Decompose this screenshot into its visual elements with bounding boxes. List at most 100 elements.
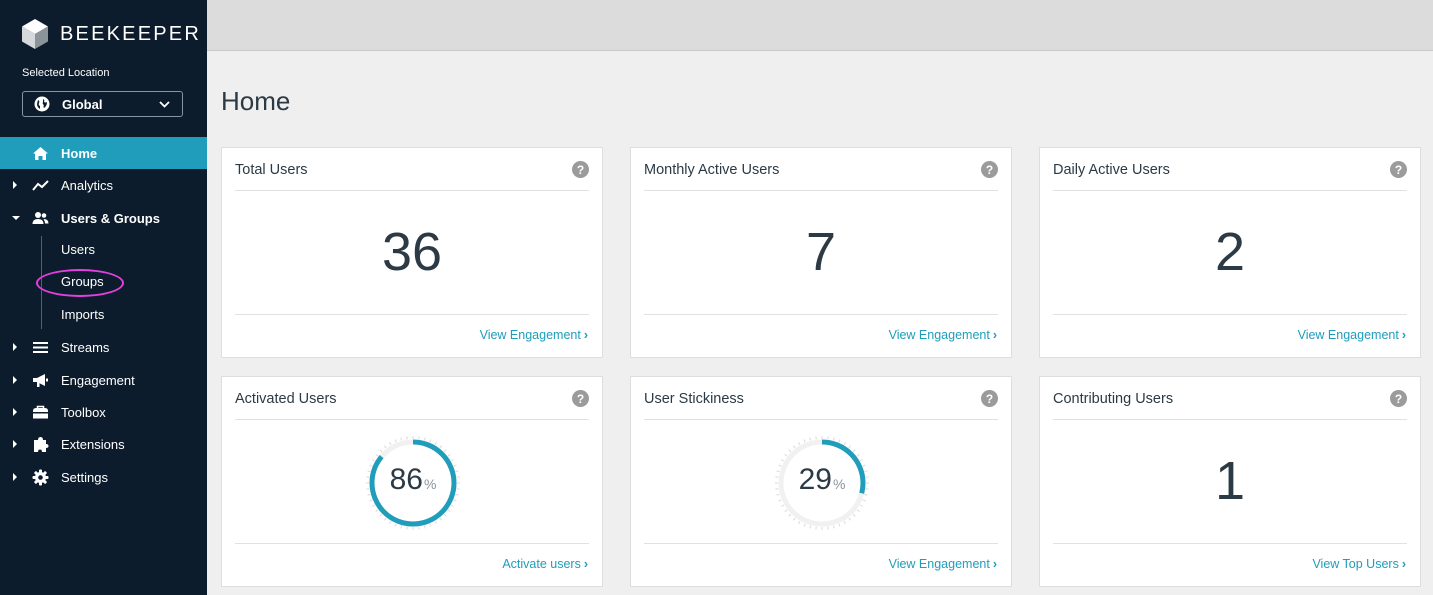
location-value: Global xyxy=(62,96,103,112)
sidebar-item-engagement[interactable]: Engagement xyxy=(0,364,207,396)
gauge-tick xyxy=(400,437,403,441)
view-engagement-link[interactable]: View Engagement › xyxy=(889,328,997,342)
brand-logo[interactable]: BEEKEEPER xyxy=(22,19,201,49)
sidebar-item-label: Extensions xyxy=(61,436,125,452)
gauge-tick xyxy=(856,453,860,457)
card-divider xyxy=(235,314,589,315)
sidebar-item-streams[interactable]: Streams xyxy=(0,331,207,363)
help-icon[interactable]: ? xyxy=(1390,161,1407,178)
gauge-tick xyxy=(453,499,457,502)
gauge-tick xyxy=(788,513,792,517)
gauge-tick xyxy=(369,499,373,502)
gauge-tick xyxy=(781,504,785,507)
gauge-tick xyxy=(389,442,392,446)
analytics-icon xyxy=(32,180,49,191)
chevron-right-icon: › xyxy=(1401,328,1406,342)
gauge-tick xyxy=(450,459,454,462)
gauge-tick xyxy=(383,445,387,449)
view-engagement-link[interactable]: View Engagement › xyxy=(1298,328,1406,342)
gauge-tick xyxy=(803,523,806,527)
gauge-tick xyxy=(375,453,379,457)
link-label: Activate users xyxy=(502,557,581,571)
card-contributing-users: Contributing Users ? 1 View Top Users › xyxy=(1039,376,1421,587)
gauge-tick xyxy=(852,449,856,453)
gauge-value: 86 xyxy=(389,463,423,496)
svg-text:?: ? xyxy=(1395,392,1402,406)
sidebar-item-home[interactable]: Home xyxy=(0,137,207,169)
gauge-tick xyxy=(447,453,451,457)
chevron-right-icon: › xyxy=(992,328,997,342)
activate-users-link[interactable]: Activate users › xyxy=(502,557,588,571)
gauge-tick xyxy=(832,437,835,441)
gauge-tick xyxy=(809,437,812,441)
gauge-tick xyxy=(843,442,846,446)
help-icon[interactable]: ? xyxy=(981,390,998,407)
view-engagement-link[interactable]: View Engagement › xyxy=(480,328,588,342)
annotation-highlight-circle xyxy=(36,269,124,297)
location-select[interactable]: Global xyxy=(22,91,183,117)
caret-right-icon xyxy=(13,473,17,481)
streams-icon xyxy=(33,342,48,353)
brand-name: BEEKEEPER xyxy=(60,22,201,45)
sidebar-subitem-users[interactable]: Users xyxy=(61,240,95,260)
svg-text:?: ? xyxy=(577,392,584,406)
card-divider xyxy=(235,419,589,420)
help-icon[interactable]: ? xyxy=(572,390,589,407)
sidebar-item-toolbox[interactable]: Toolbox xyxy=(0,396,207,428)
card-divider xyxy=(644,314,998,315)
home-icon xyxy=(33,147,48,160)
gauge-tick xyxy=(852,513,856,517)
gauge-tick xyxy=(798,520,801,524)
help-icon[interactable]: ? xyxy=(981,161,998,178)
gauge-tick xyxy=(862,499,866,502)
card-user-stickiness: User Stickiness ? 29% View Engagement › xyxy=(630,376,1012,587)
card-title: Activated Users xyxy=(235,391,337,407)
top-bar xyxy=(207,0,1433,51)
gauge-tick xyxy=(781,459,785,462)
card-title: Daily Active Users xyxy=(1053,162,1170,178)
card-divider xyxy=(1053,190,1407,191)
link-label: View Engagement xyxy=(888,328,990,342)
gauge-label: 29% xyxy=(772,463,872,497)
link-label: View Engagement xyxy=(1297,328,1399,342)
link-label: View Top Users xyxy=(1312,557,1399,571)
sidebar: BEEKEEPER Selected Location Global Home … xyxy=(0,0,207,595)
view-top-users-link[interactable]: View Top Users › xyxy=(1312,557,1406,571)
sidebar-item-users-groups[interactable]: Users & Groups xyxy=(0,202,207,234)
gauge-tick xyxy=(792,517,796,521)
gauge-tick xyxy=(423,525,426,529)
gauge-tick xyxy=(429,439,432,443)
help-icon[interactable]: ? xyxy=(1390,390,1407,407)
sidebar-item-extensions[interactable]: Extensions xyxy=(0,428,207,460)
location-label: Selected Location xyxy=(22,67,110,79)
help-icon[interactable]: ? xyxy=(572,161,589,178)
card-divider xyxy=(1053,543,1407,544)
card-divider xyxy=(1053,314,1407,315)
gauge-tick xyxy=(372,459,376,462)
svg-text:?: ? xyxy=(1395,163,1402,177)
sidebar-item-settings[interactable]: Settings xyxy=(0,461,207,493)
gauge-tick xyxy=(429,523,432,527)
sidebar-subitem-imports[interactable]: Imports xyxy=(61,305,104,325)
gauge-tick xyxy=(838,439,841,443)
sidebar-item-label: Engagement xyxy=(61,372,135,388)
metric-value: 36 xyxy=(381,222,443,282)
card-title: User Stickiness xyxy=(644,391,744,407)
gauge-tick xyxy=(447,509,451,513)
card-divider xyxy=(644,190,998,191)
metric-value: 1 xyxy=(1214,451,1246,511)
view-engagement-link[interactable]: View Engagement › xyxy=(889,557,997,571)
card-title: Contributing Users xyxy=(1053,391,1174,407)
beekeeper-logo-icon xyxy=(22,19,48,49)
gauge-tick xyxy=(379,449,383,453)
caret-right-icon xyxy=(13,343,17,351)
card-divider xyxy=(235,190,589,191)
gauge-tick xyxy=(798,442,801,446)
user-stickiness-gauge: 29% xyxy=(772,433,872,533)
sidebar-item-analytics[interactable]: Analytics xyxy=(0,169,207,201)
gauge-tick xyxy=(375,509,379,513)
globe-icon xyxy=(34,96,50,112)
card-monthly-active-users: Monthly Active Users ? 7 View Engagement… xyxy=(630,147,1012,358)
gear-icon xyxy=(32,469,49,486)
gauge-tick xyxy=(450,504,454,507)
